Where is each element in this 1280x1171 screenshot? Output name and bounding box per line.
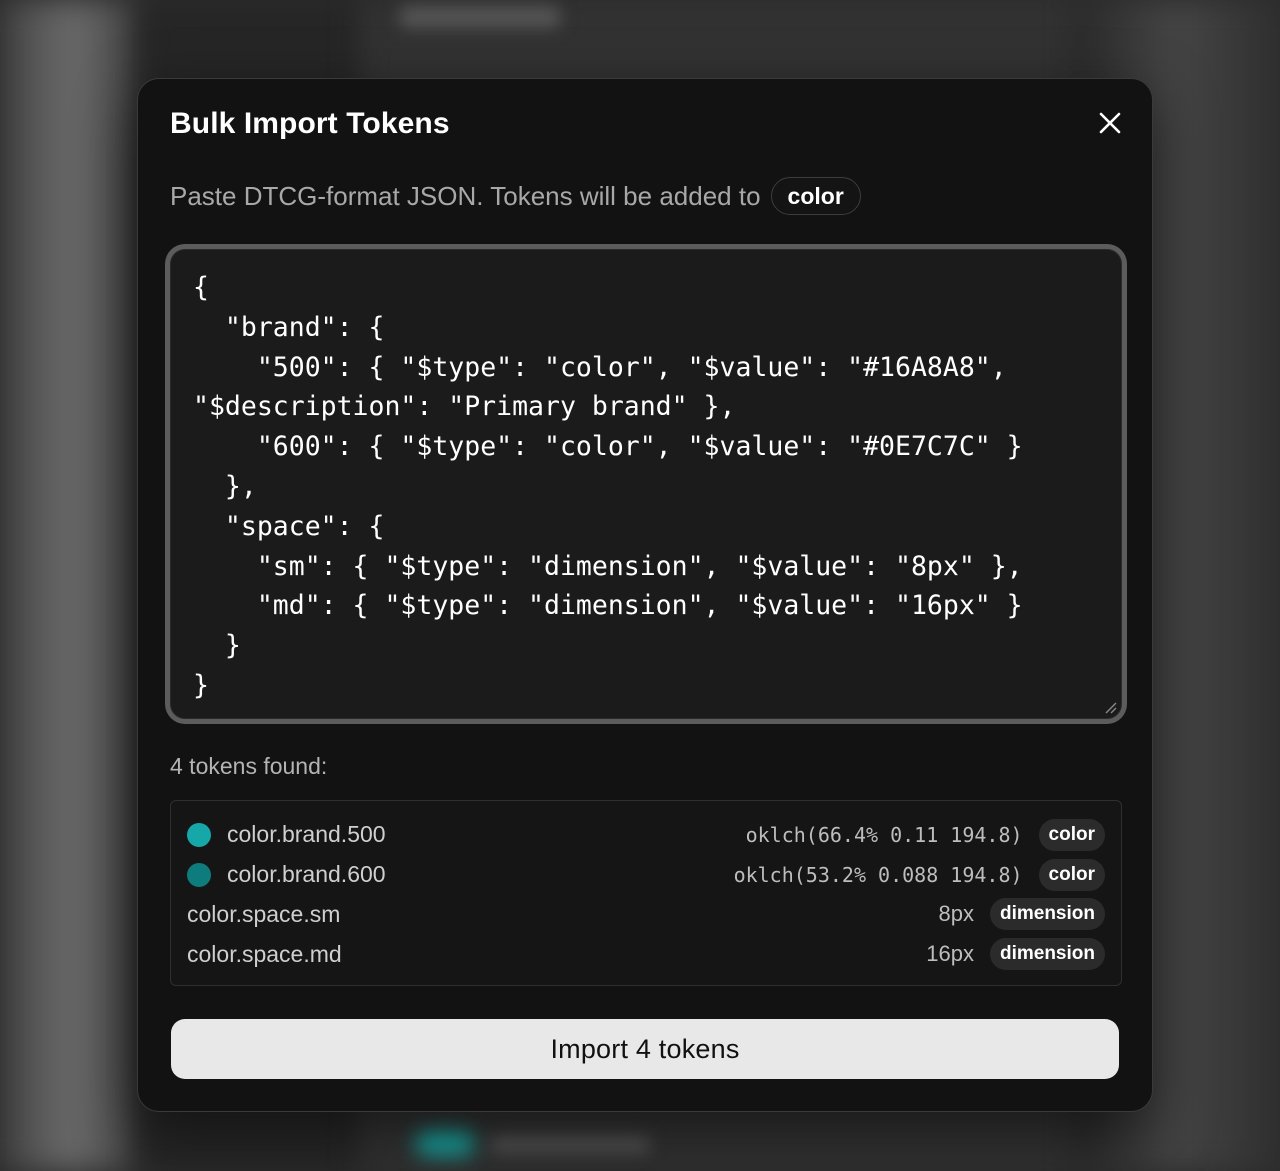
background-panel-left — [0, 0, 140, 1171]
color-swatch — [187, 822, 211, 847]
token-type-badge: dimension — [989, 938, 1105, 971]
background-header-blur — [400, 6, 560, 28]
list-item: color.brand.600 oklch(53.2% 0.088 194.8)… — [187, 855, 1105, 895]
tokens-found-label: 4 tokens found: — [170, 753, 328, 779]
description-text: Paste DTCG-format JSON. Tokens will be a… — [170, 180, 761, 211]
token-type-badge: dimension — [989, 898, 1105, 931]
token-name: color.space.sm — [187, 900, 341, 927]
json-input-textarea[interactable]: { "brand": { "500": { "$type": "color", … — [170, 249, 1122, 719]
background-toggle-blur — [415, 1130, 475, 1156]
bulk-import-dialog: Bulk Import Tokens Paste DTCG-format JSO… — [137, 78, 1153, 1112]
list-item: color.brand.500 oklch(66.4% 0.11 194.8) … — [187, 815, 1105, 855]
token-value: oklch(66.4% 0.11 194.8) — [745, 822, 1023, 847]
token-type-badge: color — [1038, 818, 1105, 851]
json-input-focus-ring: { "brand": { "500": { "$type": "color", … — [165, 244, 1127, 724]
dialog-description: Paste DTCG-format JSON. Tokens will be a… — [170, 177, 861, 215]
token-name: color.brand.500 — [227, 821, 386, 848]
token-value: 16px — [926, 941, 974, 967]
token-type-badge: color — [1038, 858, 1105, 891]
close-icon — [1099, 112, 1121, 134]
token-name: color.space.md — [187, 940, 342, 967]
target-group-chip: color — [770, 177, 861, 215]
token-name: color.brand.600 — [227, 861, 386, 888]
background-label-blur — [490, 1136, 650, 1152]
token-value: oklch(53.2% 0.088 194.8) — [733, 862, 1023, 887]
token-preview-list: color.brand.500 oklch(66.4% 0.11 194.8) … — [170, 800, 1122, 986]
dialog-title: Bulk Import Tokens — [170, 107, 450, 140]
color-swatch — [187, 862, 211, 887]
close-button[interactable] — [1090, 103, 1130, 143]
resize-handle-icon[interactable] — [1103, 700, 1117, 714]
list-item: color.space.sm 8px dimension — [187, 895, 1105, 935]
import-button[interactable]: Import 4 tokens — [171, 1019, 1119, 1079]
token-value: 8px — [938, 901, 974, 927]
list-item: color.space.md 16px dimension — [187, 934, 1105, 974]
